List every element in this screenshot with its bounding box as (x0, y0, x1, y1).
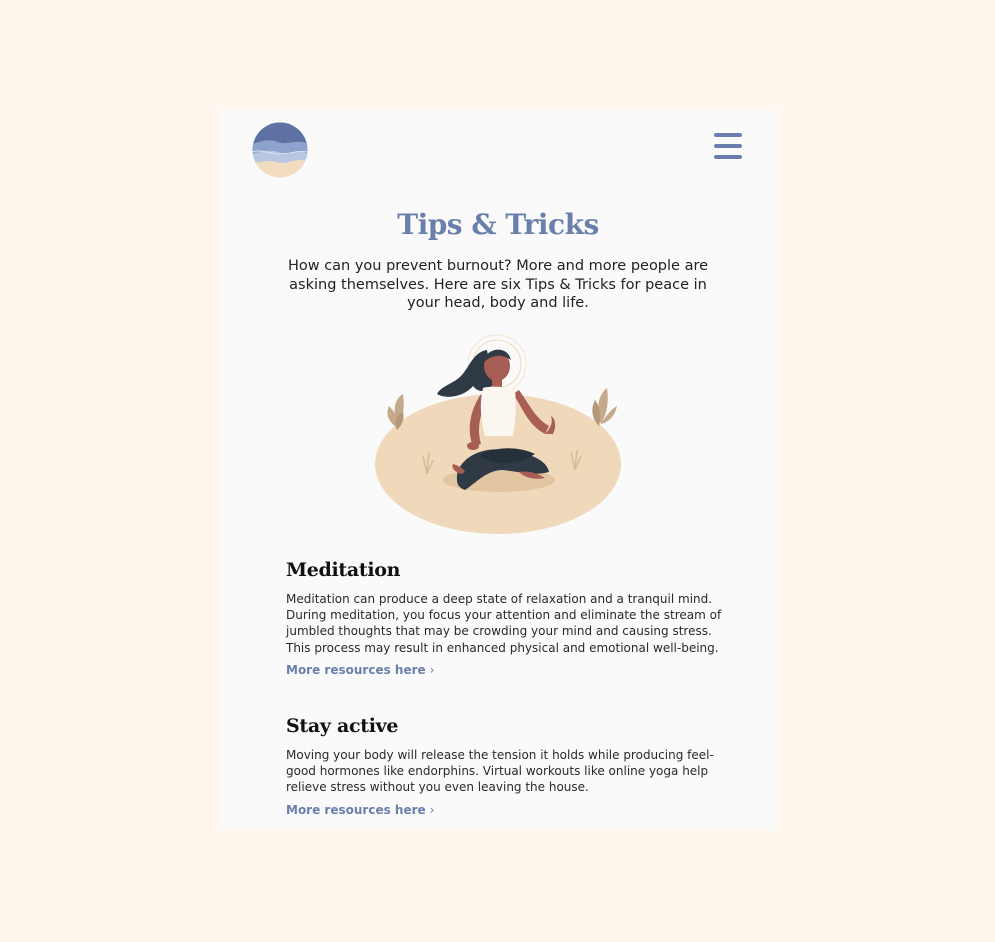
page-intro: How can you prevent burnout? More and mo… (287, 258, 709, 311)
menu-bar-bottom (714, 155, 742, 159)
content-card: Tips & Tricks How can you prevent burnou… (219, 110, 777, 830)
ocean-waves-logo[interactable] (252, 122, 308, 178)
section-body: Moving your body will release the tensio… (286, 748, 714, 795)
link-label: More resources here (286, 802, 426, 817)
tip-section-stay-active: Stay active Moving your body will releas… (286, 715, 726, 818)
chevron-right-icon: › (429, 662, 435, 677)
meditating-woman-illustration (369, 328, 629, 540)
section-heading: Meditation (286, 559, 401, 581)
tip-section-meditation: Meditation Meditation can produce a deep… (286, 559, 726, 678)
link-label: More resources here (286, 662, 426, 677)
hamburger-menu-icon[interactable] (708, 130, 746, 164)
section-heading: Stay active (286, 715, 399, 737)
menu-bar-top (714, 133, 742, 137)
more-resources-link[interactable]: More resources here › (286, 663, 434, 677)
chevron-right-icon: › (429, 802, 435, 817)
more-resources-link[interactable]: More resources here › (286, 803, 434, 817)
section-body: Meditation can produce a deep state of r… (286, 592, 722, 655)
menu-bar-middle (714, 144, 742, 148)
page-title: Tips & Tricks (397, 208, 599, 241)
